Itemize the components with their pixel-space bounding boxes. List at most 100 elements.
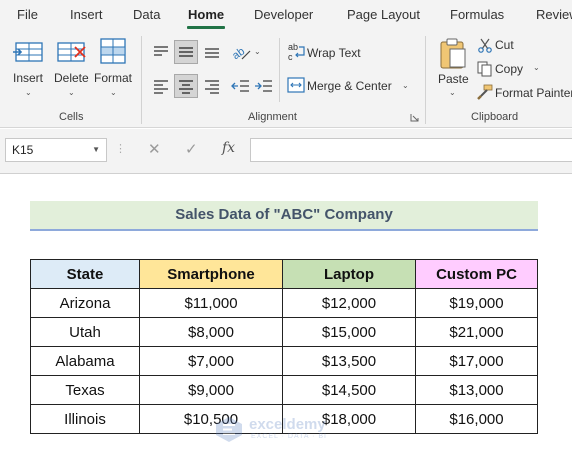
- align-middle-button[interactable]: [174, 40, 198, 64]
- tab-file[interactable]: File: [17, 7, 38, 22]
- ribbon: Insert ⌄ Delete ⌄ Format ⌄ Cells ab ⌄ ab…: [0, 30, 572, 128]
- table-cell[interactable]: $8,000: [139, 317, 283, 347]
- active-tab-indicator: [187, 26, 225, 29]
- delete-cells-icon: [57, 42, 86, 62]
- table-cell[interactable]: Alabama: [30, 346, 140, 376]
- table-cell[interactable]: Texas: [30, 375, 140, 405]
- table-cell[interactable]: $16,000: [415, 404, 538, 434]
- align-middle-icon: [179, 47, 193, 57]
- orientation-icon[interactable]: ab: [230, 41, 254, 63]
- tab-review[interactable]: Review: [536, 7, 572, 22]
- cells-group-label: Cells: [59, 111, 84, 123]
- wrap-text-label: Wrap Text: [307, 46, 361, 60]
- table-cell[interactable]: $11,000: [139, 288, 283, 318]
- format-cells-icon: [100, 38, 126, 64]
- sheet-title-cell[interactable]: Sales Data of "ABC" Company: [30, 201, 538, 229]
- tab-data[interactable]: Data: [133, 7, 160, 22]
- tab-formulas[interactable]: Formulas: [450, 7, 504, 22]
- table-cell[interactable]: Utah: [30, 317, 140, 347]
- table-cell[interactable]: Illinois: [30, 404, 140, 434]
- watermark-name: exceldemy: [249, 416, 326, 433]
- copy-icon: [477, 61, 492, 77]
- chevron-down-icon: ⌄: [25, 88, 32, 97]
- paste-icon: [440, 38, 466, 69]
- title-underline: [30, 229, 538, 231]
- tab-developer[interactable]: Developer: [254, 7, 313, 22]
- cut-label: Cut: [495, 38, 514, 52]
- chevron-down-icon: ⌄: [110, 88, 117, 97]
- insert-cells-icon: [13, 42, 43, 62]
- drag-handle-icon[interactable]: ⋮: [115, 142, 126, 155]
- merge-center-icon: [287, 77, 305, 93]
- table-cell[interactable]: $14,500: [282, 375, 416, 405]
- delete-cells-label: Delete: [54, 71, 89, 85]
- table-cell[interactable]: $13,000: [415, 375, 538, 405]
- header-cell-state[interactable]: State: [30, 259, 140, 289]
- table-cell[interactable]: $7,000: [139, 346, 283, 376]
- table-cell[interactable]: Arizona: [30, 288, 140, 318]
- wrap-text-icon: ab c: [288, 42, 305, 61]
- confirm-entry-icon[interactable]: ✓: [185, 140, 198, 158]
- format-cells-label: Format: [94, 71, 133, 85]
- table-cell[interactable]: $12,000: [282, 288, 416, 318]
- name-box[interactable]: K15 ▼: [5, 138, 107, 162]
- format-painter-label: Format Painter: [495, 86, 572, 100]
- chevron-down-icon[interactable]: ▼: [92, 145, 100, 154]
- align-right-icon[interactable]: [202, 76, 222, 96]
- align-bottom-icon[interactable]: [202, 42, 222, 62]
- group-divider: [141, 36, 142, 124]
- clipboard-group-label: Clipboard: [471, 111, 519, 123]
- copy-label: Copy: [495, 62, 524, 76]
- chevron-down-icon: ⌄: [449, 88, 456, 97]
- table-cell[interactable]: $21,000: [415, 317, 538, 347]
- chevron-down-icon: ⌄: [533, 63, 540, 72]
- sales-data-table: State Smartphone Laptop Custom PC Arizon…: [30, 259, 538, 434]
- paintbrush-icon: [477, 84, 493, 100]
- table-cell[interactable]: $13,500: [282, 346, 416, 376]
- table-cell[interactable]: $15,000: [282, 317, 416, 347]
- alignment-group-label: Alignment: [248, 111, 297, 123]
- table-row: Alabama $7,000 $13,500 $17,000: [30, 346, 538, 376]
- align-top-icon[interactable]: [151, 42, 171, 62]
- align-center-icon: [179, 80, 193, 94]
- merge-center-label: Merge & Center: [307, 79, 392, 93]
- paste-label: Paste: [438, 72, 469, 86]
- watermark-tagline: EXCEL · DATA · BI: [251, 433, 327, 440]
- table-row: Utah $8,000 $15,000 $21,000: [30, 317, 538, 347]
- tab-page-layout[interactable]: Page Layout: [347, 7, 420, 22]
- svg-text:c: c: [288, 52, 293, 61]
- align-left-icon[interactable]: [151, 76, 171, 96]
- tab-home[interactable]: Home: [188, 7, 224, 22]
- chevron-down-icon: ⌄: [68, 88, 75, 97]
- table-cell[interactable]: $17,000: [415, 346, 538, 376]
- exceldemy-logo-icon: [216, 417, 242, 442]
- table-header-row: State Smartphone Laptop Custom PC: [30, 259, 538, 289]
- chevron-down-icon: ⌄: [402, 81, 409, 90]
- insert-function-icon[interactable]: fx: [222, 140, 235, 156]
- sheet-title: Sales Data of "ABC" Company: [175, 206, 393, 223]
- table-row: Texas $9,000 $14,500 $13,000: [30, 375, 538, 405]
- ribbon-tab-bar: File Insert Data Home Developer Page Lay…: [0, 0, 572, 30]
- formula-input[interactable]: [250, 138, 572, 162]
- header-cell-smartphone[interactable]: Smartphone: [139, 259, 283, 289]
- dialog-launcher-icon[interactable]: [410, 113, 419, 122]
- insert-cells-label: Insert: [13, 71, 44, 85]
- decrease-indent-icon[interactable]: [231, 76, 251, 96]
- tab-insert[interactable]: Insert: [70, 7, 103, 22]
- exceldemy-watermark: exceldemy EXCEL · DATA · BI: [213, 414, 363, 444]
- name-box-value: K15: [12, 143, 34, 157]
- formula-bar: K15 ▼ ⋮ ✕ ✓ fx: [0, 129, 572, 173]
- increase-indent-icon[interactable]: [254, 76, 274, 96]
- header-cell-laptop[interactable]: Laptop: [282, 259, 416, 289]
- table-row: Arizona $11,000 $12,000 $19,000: [30, 288, 538, 318]
- svg-text:ab: ab: [230, 45, 247, 62]
- table-cell[interactable]: $19,000: [415, 288, 538, 318]
- align-center-button[interactable]: [174, 74, 198, 98]
- header-cell-custom-pc[interactable]: Custom PC: [415, 259, 538, 289]
- table-cell[interactable]: $9,000: [139, 375, 283, 405]
- svg-text:ab: ab: [288, 42, 298, 52]
- chevron-down-icon[interactable]: ⌄: [254, 47, 261, 56]
- scissors-icon: [478, 38, 492, 53]
- cancel-entry-icon[interactable]: ✕: [148, 140, 161, 158]
- group-divider: [279, 38, 280, 102]
